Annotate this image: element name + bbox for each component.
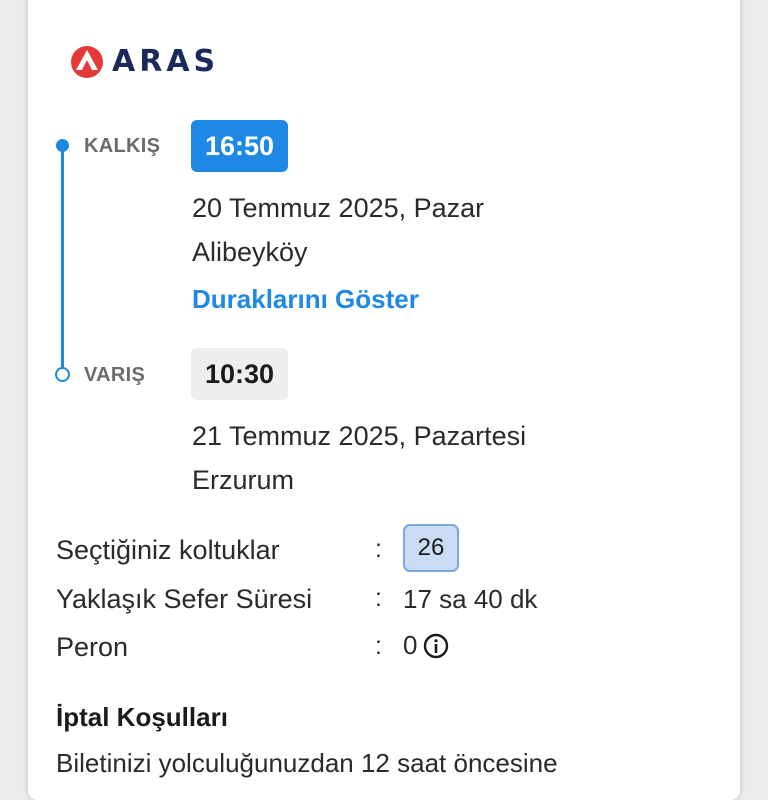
duration-colon: :: [375, 584, 382, 612]
seat-number: 26: [417, 534, 445, 561]
brand-logo: ARAS: [70, 44, 219, 79]
duration-value: 17 sa 40 dk: [403, 584, 538, 614]
info-icon[interactable]: [423, 633, 449, 659]
arrival-time-badge: 10:30: [191, 348, 289, 400]
duration-label: Yaklaşık Sefer Süresi: [56, 584, 313, 614]
platform-colon: :: [375, 632, 382, 660]
platform-label: Peron: [56, 632, 129, 662]
aras-logo-icon: [71, 45, 103, 78]
show-stops-link[interactable]: Duraklarını Göster: [192, 284, 419, 315]
departure-dot: [56, 139, 69, 152]
arrival-location: Erzurum: [192, 465, 295, 495]
arrival-dot: [55, 367, 70, 382]
seats-label: Seçtiğiniz koltuklar: [56, 535, 280, 565]
departure-location: Alibeyköy: [192, 237, 308, 267]
seat-badge: 26: [403, 524, 459, 572]
cancellation-text: Biletinizi yolculuğunuzdan 12 saat önces…: [56, 748, 558, 778]
departure-date: 20 Temmuz 2025, Pazar: [192, 193, 485, 223]
cancellation-title: İptal Koşulları: [56, 702, 228, 732]
platform-value-row: 0: [403, 630, 449, 661]
arrival-label: VARIŞ: [84, 364, 146, 386]
trip-details-card: [28, 0, 740, 800]
departure-label: KALKIŞ: [84, 135, 161, 157]
seats-colon: :: [375, 535, 382, 563]
timeline-line: [61, 145, 64, 373]
platform-value: 0: [403, 630, 418, 660]
brand-name: ARAS: [112, 44, 220, 79]
arrival-date: 21 Temmuz 2025, Pazartesi: [192, 421, 527, 451]
departure-time-badge: 16:50: [191, 120, 289, 172]
